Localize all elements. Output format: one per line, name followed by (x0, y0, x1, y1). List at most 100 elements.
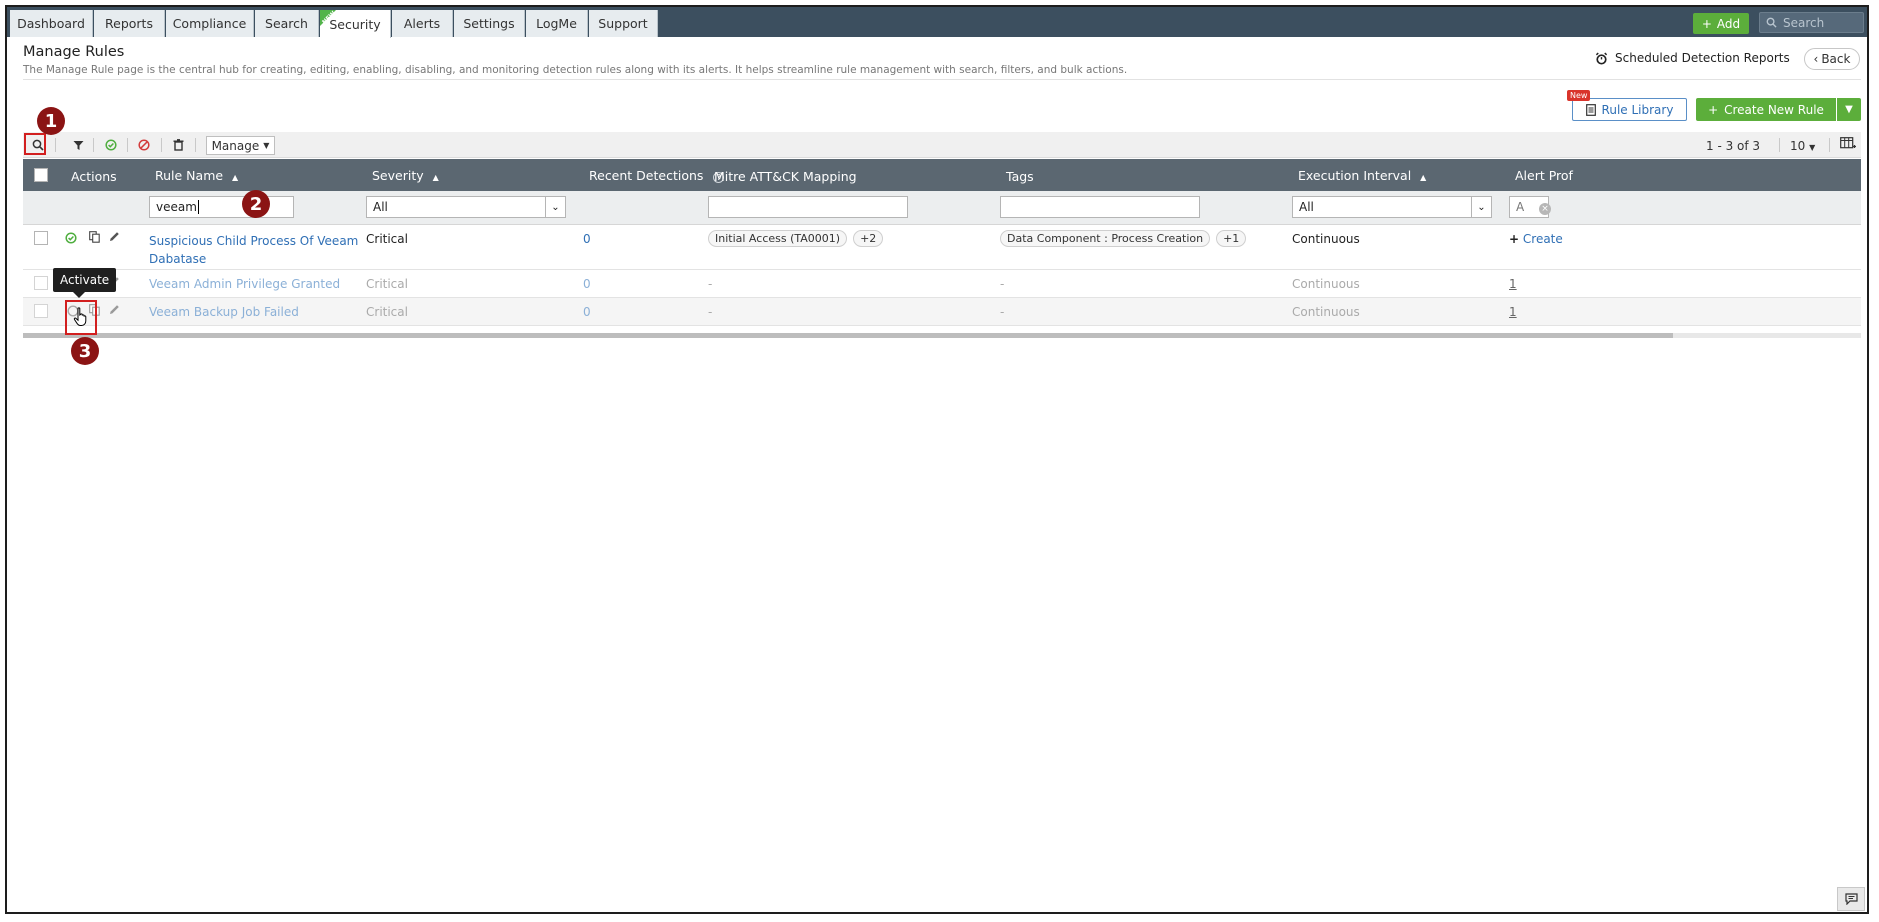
clear-filter-icon[interactable]: × (1539, 203, 1551, 215)
row-checkbox[interactable] (34, 276, 48, 290)
page-title: Manage Rules (23, 44, 125, 60)
column-header-recent-detections-label: Recent Detections (589, 168, 704, 183)
row-edit-button[interactable] (109, 304, 120, 318)
text-caret (197, 200, 199, 214)
rule-library-label: Rule Library (1601, 102, 1674, 117)
row-enable-button[interactable] (65, 232, 77, 247)
tab-reports[interactable]: Reports (94, 10, 165, 37)
plus-icon: + (1708, 102, 1719, 117)
column-header-alert-profile: Alert Prof (1515, 168, 1573, 183)
scrollbar-thumb[interactable] (23, 333, 1673, 338)
column-header-severity[interactable]: Severity ▲ (372, 168, 439, 183)
execution-interval-filter-value: All (1299, 200, 1314, 214)
app-frame: Dashboard Reports Compliance Search NEW … (5, 5, 1869, 914)
mitre-more-badge[interactable]: +2 (853, 230, 884, 247)
tab-settings[interactable]: Settings (454, 10, 525, 37)
rows-per-page-select[interactable]: 10 ▼ (1790, 139, 1815, 153)
caret-down-icon: ▼ (263, 141, 270, 150)
tab-security[interactable]: NEW Security (320, 10, 391, 38)
mitre-mapping: Initial Access (TA0001) +2 (708, 230, 889, 247)
tab-alerts[interactable]: Alerts (392, 10, 453, 37)
rule-name-filter-input[interactable]: veeam (149, 196, 294, 218)
copy-icon (89, 231, 100, 243)
rule-name-line: Suspicious Child Process Of Veeam (149, 234, 359, 248)
tab-security-label: Security (329, 16, 381, 32)
rule-name-link[interactable]: Suspicious Child Process Of Veeam Dabata… (149, 232, 358, 268)
column-header-recent-detections[interactable]: Recent Detections ? (589, 168, 725, 183)
tab-dashboard[interactable]: Dashboard (10, 10, 93, 37)
chevron-down-icon: ⌄ (545, 197, 565, 217)
enable-button[interactable] (102, 136, 120, 154)
scheduled-detection-reports-link[interactable]: Scheduled Detection Reports (1595, 51, 1790, 65)
trash-icon (173, 139, 183, 151)
create-alert-profile-link[interactable]: + Create (1509, 232, 1563, 246)
global-search-input[interactable]: Search (1759, 12, 1864, 33)
row-checkbox[interactable] (34, 231, 48, 245)
column-header-rule-name[interactable]: Rule Name ▲ (155, 168, 238, 183)
tags-filter-input[interactable] (1000, 196, 1200, 218)
execution-interval-filter-select[interactable]: All ⌄ (1292, 196, 1492, 218)
row-copy-button[interactable] (89, 231, 100, 246)
feedback-chat-button[interactable] (1837, 887, 1865, 911)
chat-bubble-icon (1844, 893, 1858, 905)
caret-down-icon: ▼ (1845, 104, 1853, 115)
tags-list: - (1000, 305, 1005, 319)
add-button[interactable]: + Add (1693, 13, 1749, 34)
manage-dropdown-label: Manage (211, 138, 260, 153)
rule-name-link[interactable]: Veeam Backup Job Failed (149, 305, 299, 319)
create-new-rule-button[interactable]: + Create New Rule (1696, 98, 1836, 121)
activate-tooltip: Activate (53, 268, 117, 298)
column-header-severity-label: Severity (372, 168, 424, 183)
tags-more-badge[interactable]: +1 (1216, 230, 1247, 247)
create-alert-profile-label: Create (1522, 232, 1563, 246)
rule-library-button[interactable]: Rule Library (1572, 98, 1687, 121)
alert-profile-count-link[interactable]: 1 (1509, 305, 1517, 319)
row-edit-button[interactable] (109, 231, 120, 245)
tab-search[interactable]: Search (255, 10, 319, 37)
sort-asc-icon: ▲ (432, 173, 439, 182)
column-chooser-icon (1840, 137, 1856, 149)
column-header-tags: Tags (1006, 169, 1034, 184)
column-header-execution-interval[interactable]: Execution Interval ▲ (1298, 168, 1426, 183)
mitre-filter-input[interactable] (708, 196, 908, 218)
severity-filter-select[interactable]: All ⌄ (366, 196, 566, 218)
rule-name-filter-value: veeam (156, 200, 197, 214)
horizontal-scrollbar[interactable] (23, 333, 1861, 338)
page-description: The Manage Rule page is the central hub … (23, 64, 1128, 76)
tags-list: - (1000, 277, 1005, 291)
select-all-checkbox[interactable] (34, 168, 48, 182)
recent-detections-link[interactable]: 0 (583, 277, 591, 291)
alert-profile-count-link[interactable]: 1 (1509, 277, 1517, 291)
tab-logme[interactable]: LogMe (526, 10, 588, 37)
delete-button[interactable] (169, 136, 187, 154)
disable-button[interactable] (135, 136, 153, 154)
check-circle-icon (105, 139, 117, 151)
alarm-clock-icon (1595, 52, 1608, 65)
recent-detections-link[interactable]: 0 (583, 232, 591, 246)
add-button-label: Add (1716, 16, 1741, 31)
tab-compliance[interactable]: Compliance (166, 10, 254, 37)
column-header-rule-name-label: Rule Name (155, 168, 224, 183)
rule-name-link[interactable]: Veeam Admin Privilege Granted (149, 277, 340, 291)
row-checkbox[interactable] (34, 304, 48, 318)
manage-dropdown[interactable]: Manage ▼ (206, 136, 275, 155)
alert-profile-filter-value: A (1516, 200, 1525, 214)
table-row: Veeam Backup Job Failed Critical 0 - - C… (23, 298, 1861, 326)
column-settings-button[interactable] (1840, 137, 1856, 154)
tags-list: Data Component : Process Creation +1 (1000, 230, 1252, 247)
tab-support[interactable]: Support (589, 10, 658, 37)
filter-button[interactable] (69, 136, 87, 154)
column-header-actions: Actions (71, 169, 117, 184)
toolbar-separator (161, 138, 162, 152)
chevron-left-icon: ‹ (1813, 52, 1819, 66)
mitre-tag[interactable]: Initial Access (TA0001) (708, 230, 848, 247)
caret-down-icon: ▼ (1809, 143, 1816, 152)
toolbar-separator (127, 138, 128, 152)
back-button[interactable]: ‹ Back (1804, 48, 1860, 70)
pagination-summary: 1 - 3 of 3 (1706, 139, 1761, 153)
ban-icon (138, 139, 150, 151)
tag-pill[interactable]: Data Component : Process Creation (1000, 230, 1211, 247)
recent-detections-link[interactable]: 0 (583, 305, 591, 319)
create-rule-dropdown-toggle[interactable]: ▼ (1837, 98, 1861, 121)
execution-interval-value: Continuous (1292, 232, 1360, 246)
